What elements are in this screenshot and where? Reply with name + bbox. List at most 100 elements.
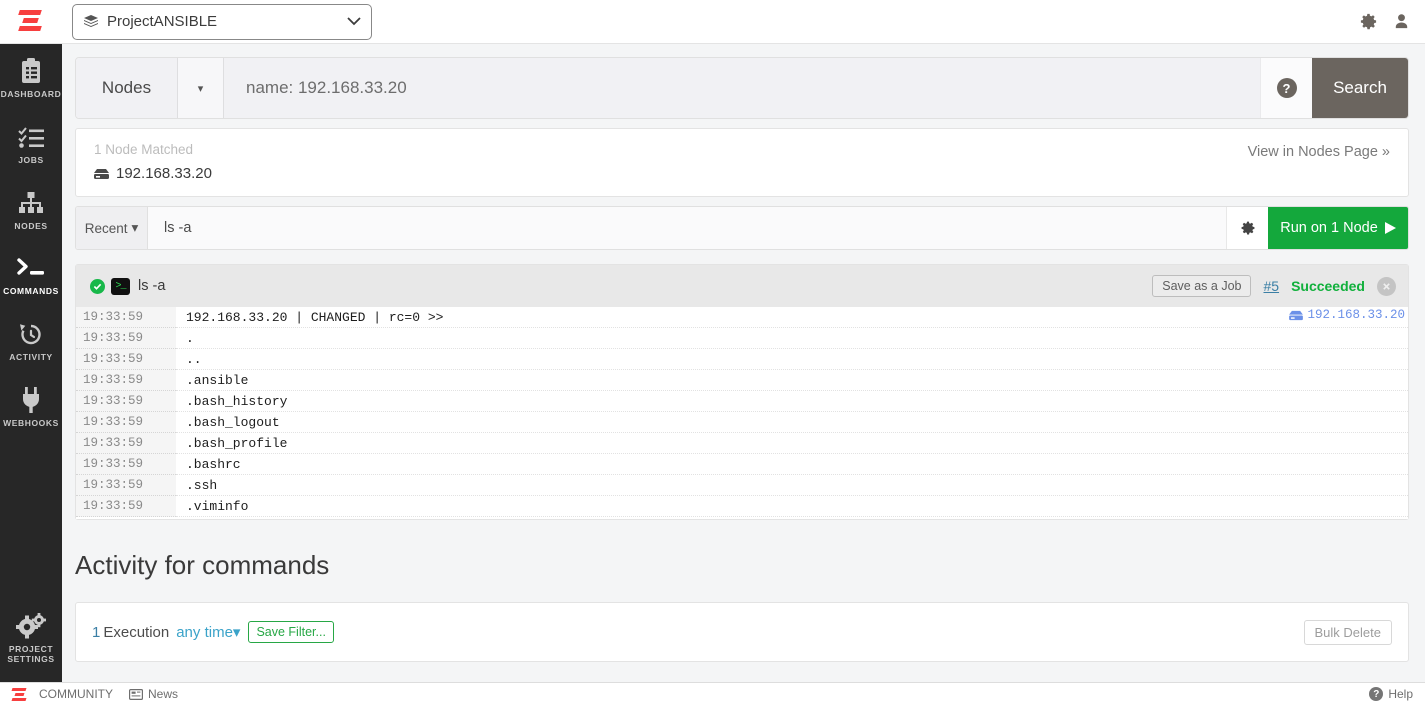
- bulk-delete-button[interactable]: Bulk Delete: [1303, 619, 1392, 645]
- sidebar-item-activity[interactable]: ACTIVITY: [0, 307, 62, 373]
- command-options-button[interactable]: [1226, 207, 1268, 249]
- output-text: .bashrc: [176, 454, 1408, 475]
- matched-nodes-panel: 1 Node Matched 192.168.33.20 View in Nod…: [75, 128, 1409, 197]
- output-node-badge[interactable]: 192.168.33.20: [1283, 308, 1405, 322]
- terminal-output: 19:33:59 192.168.33.20 | CHANGED | rc=0 …: [76, 307, 1408, 519]
- plug-icon: [0, 385, 62, 415]
- terminal-prompt-icon: [0, 253, 62, 283]
- question-circle-icon: ?: [1369, 687, 1384, 701]
- execution-number-link[interactable]: #5: [1263, 278, 1279, 294]
- sidebar-item-webhooks[interactable]: WEBHOOKS: [0, 373, 62, 439]
- activity-filter-panel: 1 Execution any time▾ Save Filter... Bul…: [75, 602, 1409, 662]
- footer-news-link[interactable]: News: [129, 687, 178, 701]
- sidebar-item-jobs[interactable]: JOBS: [0, 110, 62, 176]
- output-line: 19:33:59 .ssh: [76, 475, 1408, 496]
- output-timestamp: 19:33:59: [76, 496, 176, 517]
- execution-status-label: Succeeded: [1291, 278, 1365, 294]
- output-text: .bash_history: [176, 391, 1408, 412]
- news-label: News: [148, 687, 179, 701]
- output-timestamp: 19:33:59: [76, 328, 176, 349]
- sidebar-label-activity: ACTIVITY: [9, 352, 53, 363]
- execution-output-card: >_ ls -a Save as a Job #5 Succeeded 19:3…: [75, 264, 1409, 520]
- sidebar-item-nodes[interactable]: NODES: [0, 176, 62, 242]
- question-circle-icon: ?: [1276, 78, 1297, 98]
- history-clock-icon: [0, 319, 62, 349]
- app-logo[interactable]: [0, 0, 62, 44]
- save-filter-button[interactable]: Save Filter...: [248, 621, 334, 643]
- output-line: 19:33:59 .bash_history: [76, 391, 1408, 412]
- execution-count: 1: [92, 623, 101, 641]
- rundeck-logo-icon: [11, 687, 28, 701]
- command-input[interactable]: [148, 207, 1226, 249]
- search-input[interactable]: [224, 58, 1260, 118]
- gears-icon: [0, 611, 62, 641]
- gear-icon[interactable]: [1359, 12, 1378, 31]
- output-line: 19:33:59 .bash_logout: [76, 412, 1408, 433]
- matched-summary: 1 Node Matched 192.168.33.20: [94, 142, 212, 182]
- server-icon: [94, 168, 109, 180]
- output-text: .ssh: [176, 475, 1408, 496]
- top-header: ProjectANSIBLE: [0, 0, 1425, 44]
- close-circle-icon[interactable]: [1377, 276, 1396, 296]
- recent-commands-dropdown[interactable]: Recent ▾: [76, 207, 148, 249]
- output-text: ..: [176, 349, 1408, 370]
- checklist-icon: [0, 122, 62, 152]
- activity-heading: Activity for commands: [75, 550, 330, 580]
- terminal-icon: >_: [111, 277, 130, 295]
- output-line: 19:33:59 192.168.33.20 | CHANGED | rc=0 …: [76, 307, 1408, 328]
- output-timestamp: 19:33:59: [76, 412, 176, 433]
- output-timestamp: 19:33:59: [76, 307, 176, 328]
- sidebar-label-webhooks: WEBHOOKS: [3, 417, 59, 428]
- sidebar-item-project-settings[interactable]: PROJECT SETTINGS: [0, 599, 62, 675]
- output-timestamp: 19:33:59: [76, 475, 176, 496]
- server-icon: [1289, 310, 1304, 321]
- view-in-nodes-page-link[interactable]: View in Nodes Page »: [1248, 142, 1390, 160]
- sidebar-label-project-settings: PROJECT SETTINGS: [7, 644, 55, 665]
- project-name-label: ProjectANSIBLE: [107, 13, 218, 30]
- matched-node-entry[interactable]: 192.168.33.20: [94, 165, 212, 182]
- footer-bar: COMMUNITY News ? Help: [0, 682, 1425, 705]
- sidebar-label-commands: COMMANDS: [3, 286, 59, 297]
- project-selector[interactable]: ProjectANSIBLE: [72, 3, 372, 40]
- output-text: 192.168.33.20 | CHANGED | rc=0 >>: [176, 307, 1408, 328]
- save-as-job-button[interactable]: Save as a Job: [1152, 275, 1252, 297]
- sidebar-label-jobs: JOBS: [18, 154, 44, 165]
- user-icon[interactable]: [1392, 12, 1411, 31]
- output-node-name: 192.168.33.20: [1307, 308, 1405, 322]
- output-timestamp: 19:33:59: [76, 454, 176, 475]
- main-content: Nodes ▾ ? Search 1 Node Matched 192.168.…: [62, 44, 1425, 705]
- sitemap-icon: [0, 188, 62, 218]
- output-timestamp: 19:33:59: [76, 391, 176, 412]
- footer-community-link[interactable]: COMMUNITY: [11, 687, 113, 701]
- search-type-caret-icon[interactable]: ▾: [177, 58, 223, 118]
- footer-help-link[interactable]: ? Help: [1369, 687, 1413, 701]
- time-filter-dropdown[interactable]: any time▾: [176, 623, 240, 641]
- sidebar-item-dashboard[interactable]: DASHBOARD: [0, 44, 62, 110]
- output-text: .bash_profile: [176, 433, 1408, 454]
- community-label: COMMUNITY: [39, 687, 113, 701]
- search-type-label: Nodes: [101, 78, 152, 97]
- chevron-down-icon: [347, 17, 361, 26]
- output-text: .viminfo: [176, 496, 1408, 517]
- left-sidebar: DASHBOARD JOBS NODES COMMANDS ACTIVITY W…: [0, 44, 62, 705]
- search-help-button[interactable]: ?: [1260, 58, 1312, 118]
- search-button[interactable]: Search: [1312, 58, 1408, 118]
- output-timestamp: 19:33:59: [76, 349, 176, 370]
- output-line: 19:33:59 .bashrc: [76, 454, 1408, 475]
- output-timestamp: 19:33:59: [76, 370, 176, 391]
- clipboard-icon: [0, 56, 62, 86]
- header-actions: [1359, 12, 1425, 31]
- run-command-button[interactable]: Run on 1 Node: [1268, 207, 1408, 249]
- run-button-label: Run on 1 Node: [1280, 220, 1378, 236]
- execution-card-header: >_ ls -a Save as a Job #5 Succeeded: [76, 265, 1408, 307]
- execution-header-actions: Save as a Job #5 Succeeded: [1152, 275, 1396, 297]
- search-type-selector[interactable]: Nodes ▾: [76, 58, 224, 118]
- output-line: 19:33:59 .ansible: [76, 370, 1408, 391]
- matched-node-name: 192.168.33.20: [116, 165, 212, 182]
- package-icon: [83, 14, 99, 29]
- recent-label: Recent: [84, 220, 128, 236]
- output-text: .bash_logout: [176, 412, 1408, 433]
- sidebar-item-commands[interactable]: COMMANDS: [0, 241, 62, 307]
- output-line: 19:33:59 .viminfo: [76, 496, 1408, 517]
- gear-icon: [1240, 220, 1256, 236]
